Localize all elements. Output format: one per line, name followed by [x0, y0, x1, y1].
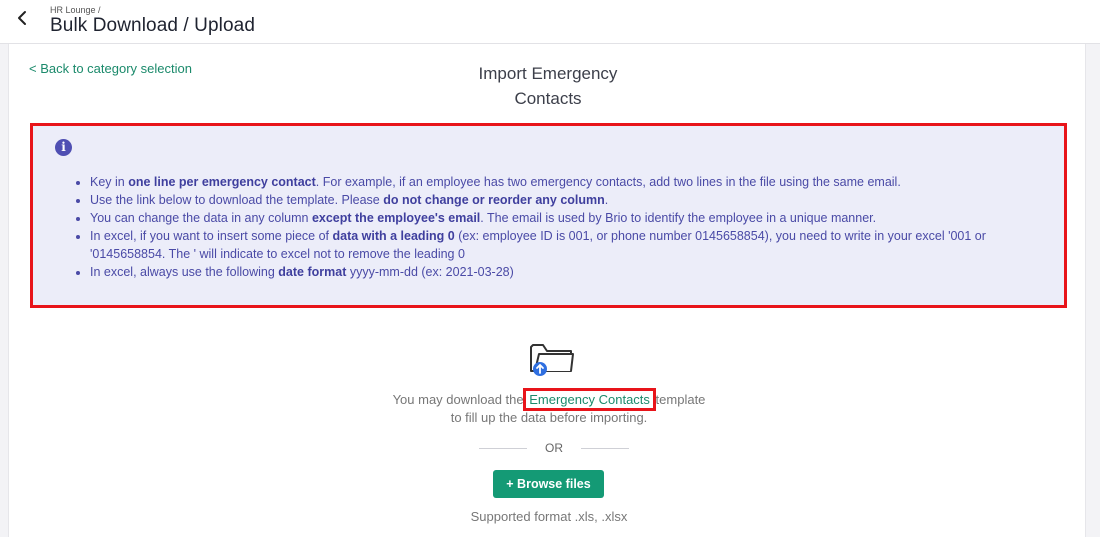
back-to-category-link[interactable]: < Back to category selection	[29, 61, 192, 76]
info-box: i Key in one line per emergency contact.…	[30, 123, 1067, 308]
or-label: OR	[545, 441, 563, 455]
folder-upload-icon	[530, 344, 574, 376]
breadcrumb[interactable]: HR Lounge /	[50, 5, 101, 15]
or-line-left	[479, 448, 527, 449]
import-title: Import Emergency Contacts	[448, 61, 648, 111]
download-instructions: You may download the Emergency Contacts …	[349, 388, 749, 427]
back-arrow-icon[interactable]	[14, 9, 32, 27]
import-title-line1: Import Emergency	[478, 64, 618, 83]
import-title-line2: Contacts	[514, 89, 582, 108]
top-bar: HR Lounge / Bulk Download / Upload	[0, 0, 1100, 44]
info-item: Use the link below to download the templ…	[90, 191, 1050, 209]
import-card: < Back to category selection Import Emer…	[8, 44, 1086, 537]
info-item: In excel, if you want to insert some pie…	[90, 227, 1050, 263]
download-text-line2: to fill up the data before importing.	[450, 410, 648, 425]
supported-formats: Supported format .xls, .xlsx	[470, 509, 628, 524]
browse-files-button[interactable]: + Browse files	[493, 470, 604, 498]
info-list: Key in one line per emergency contact. F…	[90, 173, 1050, 281]
info-item: You can change the data in any column ex…	[90, 209, 1050, 227]
download-text-pre: You may download the	[392, 392, 524, 407]
or-divider: OR	[479, 441, 629, 455]
or-line-right	[581, 448, 629, 449]
info-item: In excel, always use the following date …	[90, 263, 1050, 281]
info-item: Key in one line per emergency contact. F…	[90, 173, 1050, 191]
info-icon: i	[55, 139, 72, 156]
page-title: Bulk Download / Upload	[50, 15, 255, 36]
emergency-contacts-template-link[interactable]: Emergency Contacts	[523, 388, 656, 411]
download-text-post: template	[655, 392, 706, 407]
